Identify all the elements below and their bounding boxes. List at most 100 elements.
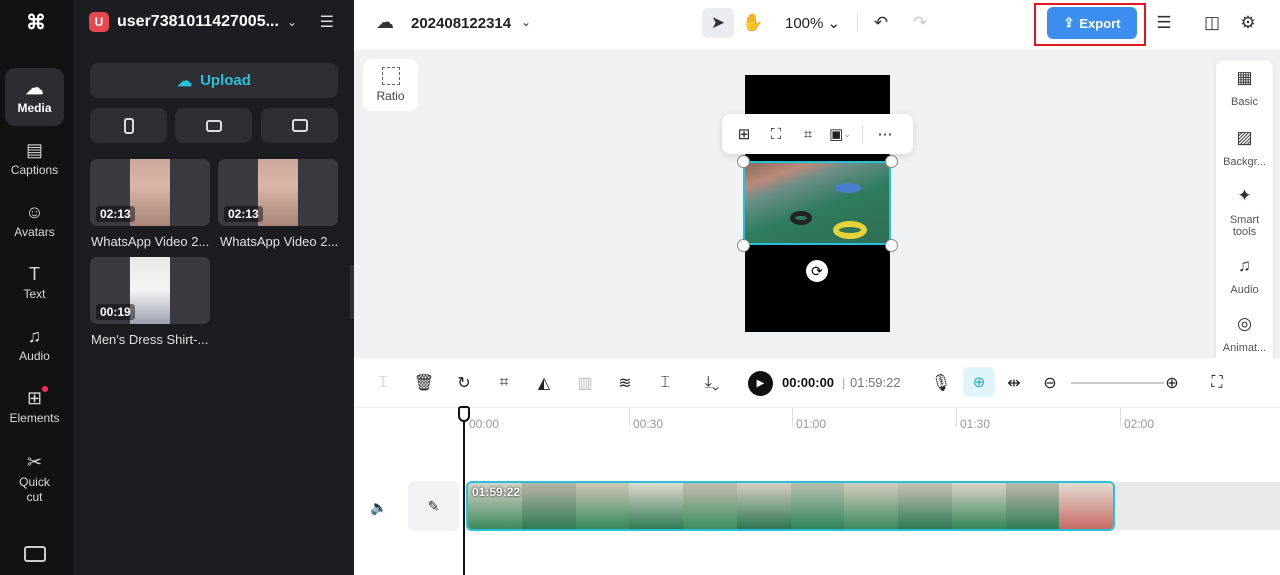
zoom-level-dropdown[interactable]: 100% ⌄ <box>785 14 840 32</box>
rail-item-elements[interactable]: ⊞ Elements <box>5 378 64 436</box>
rail-item-text[interactable]: T Text <box>5 254 64 312</box>
download-dropdown-button[interactable]: ⤓⌄ <box>692 371 732 395</box>
app: ⌘ ☁ Media ▤ Captions ☺ Avatars T Text ♫ Audio… <box>0 0 1280 575</box>
divider <box>862 125 863 143</box>
account-switcher[interactable]: U user7381011427005... ⌄ <box>89 10 339 34</box>
time-separator: | <box>842 375 846 390</box>
tab-smart-tools[interactable]: ✦ Smart tools <box>1216 187 1273 238</box>
delete-button[interactable]: 🗑 <box>411 371 437 395</box>
resize-handle-top-right[interactable] <box>885 155 898 168</box>
layout-toggle-button[interactable]: ◫ <box>1196 8 1228 38</box>
auto-reframe-button[interactable]: ⛶ <box>762 120 790 148</box>
clip-frame <box>790 483 845 529</box>
clip-frame <box>1005 483 1060 529</box>
timeline-zoom-slider[interactable] <box>1071 382 1164 384</box>
chevron-down-icon: ⌄ <box>287 15 298 29</box>
freeze-button[interactable]: ▥ <box>572 371 598 395</box>
tab-basic[interactable]: ▦ Basic <box>1216 69 1273 108</box>
mask-dropdown-button[interactable]: ▣ ⌄ <box>826 120 854 148</box>
speed-curve-button[interactable]: ≋ <box>612 371 638 395</box>
media-duration: 02:13 <box>224 206 263 222</box>
chevron-down-icon[interactable]: ⌄ <box>521 15 531 29</box>
video-content <box>790 211 812 225</box>
split-view-icon: ◫ <box>1203 13 1221 32</box>
replace-image-button[interactable]: ⊞ <box>730 120 758 148</box>
ruler-tick-line <box>1120 408 1121 426</box>
undo-button[interactable]: ↶ <box>865 8 897 38</box>
captions-icon: ▤ <box>25 140 43 160</box>
export-button[interactable]: ⇪ Export <box>1047 7 1137 39</box>
ratio-icon <box>381 67 400 85</box>
pencil-icon: ✎ <box>427 497 440 514</box>
project-name[interactable]: 202408122314 <box>411 15 511 32</box>
layers-button[interactable]: ☰ <box>1148 8 1180 38</box>
ruler-tick: 00:30 <box>633 417 664 431</box>
rail-item-quick-cut[interactable]: ✂ Quick cut <box>5 446 64 510</box>
settings-button[interactable]: ⚙ <box>1232 8 1264 38</box>
split-view-toggle[interactable]: ⇹ <box>1001 371 1027 395</box>
video-clip[interactable] <box>466 481 1115 531</box>
play-button[interactable]: ▶ <box>748 371 773 396</box>
selected-video-element[interactable] <box>743 161 891 245</box>
upload-button[interactable]: ☁ Upload <box>90 63 338 98</box>
left-nav-rail: ⌘ ☁ Media ▤ Captions ☺ Avatars T Text ♫ Audio… <box>0 0 73 575</box>
zoom-out-button[interactable]: ⊖ <box>1037 371 1063 395</box>
cloud-sync-icon: ☁ <box>376 12 394 32</box>
clip-frame <box>951 483 1006 529</box>
media-item[interactable]: 02:13 <box>218 159 338 226</box>
rotate-icon: ⟳ <box>811 263 823 279</box>
magnet-snap-toggle[interactable]: ⊕ <box>963 367 995 397</box>
rail-item-media[interactable]: ☁ Media <box>5 68 64 126</box>
time-ruler[interactable]: 00:00 00:30 01:00 01:30 02:00 <box>354 408 1280 431</box>
cloud-upload-icon: ☁ <box>177 72 193 90</box>
clip-frame <box>683 483 737 529</box>
tab-background[interactable]: ▨ Backgr... <box>1216 129 1273 168</box>
media-duration: 02:13 <box>96 206 135 222</box>
select-tool-button[interactable]: ➤ <box>702 8 734 38</box>
crop-button[interactable]: ⌗ <box>794 120 822 148</box>
keyboard-shortcuts-icon[interactable] <box>24 546 46 562</box>
trim-button[interactable]: ⌶ <box>652 371 678 395</box>
gear-icon: ⚙ <box>1240 13 1256 32</box>
clip-frame <box>844 483 898 529</box>
playhead-handle[interactable] <box>458 406 470 422</box>
clip-duration: 01:59:22 <box>472 485 521 499</box>
media-thumbnail <box>130 257 170 324</box>
flip-button[interactable]: ◭ <box>531 371 557 395</box>
tab-animation[interactable]: ◎ Animat... <box>1216 314 1273 354</box>
record-video-button[interactable] <box>175 108 252 143</box>
redo-button[interactable]: ↷ <box>904 8 936 38</box>
rail-item-captions[interactable]: ▤ Captions <box>5 130 64 188</box>
media-item[interactable]: 00:19 <box>90 257 210 324</box>
resize-handle-bottom-right[interactable] <box>885 239 898 252</box>
rail-item-avatars[interactable]: ☺ Avatars <box>5 192 64 250</box>
resize-handle-top-left[interactable] <box>737 155 750 168</box>
user-avatar: U <box>89 12 109 32</box>
rail-item-audio[interactable]: ♫ Audio <box>5 316 64 374</box>
zoom-in-button[interactable]: ⊕ <box>1159 371 1185 395</box>
crop-button[interactable]: ⌗ <box>491 371 517 395</box>
record-voice-button[interactable]: 🎙 <box>928 371 954 395</box>
loop-button[interactable]: ↻ <box>451 371 477 395</box>
media-panel: U user7381011427005... ⌄ ☰ ☁ Upload 02:13… <box>73 0 354 575</box>
more-options-button[interactable]: ⋯ <box>871 120 899 148</box>
split-button[interactable]: ⌶ <box>370 371 396 395</box>
phone-upload-button[interactable] <box>90 108 167 143</box>
ratio-button[interactable]: Ratio <box>363 59 418 111</box>
hand-icon: ✋ <box>742 13 764 32</box>
edit-cover-button[interactable]: ✎ <box>408 481 459 531</box>
media-item[interactable]: 02:13 <box>90 159 210 226</box>
clip-frame <box>629 483 683 529</box>
animation-icon: ◎ <box>1237 314 1252 333</box>
music-note-icon: ♫ <box>27 326 42 346</box>
screen-record-button[interactable] <box>261 108 338 143</box>
resize-handle-bottom-left[interactable] <box>737 239 750 252</box>
sort-icon[interactable]: ☰ <box>320 12 334 32</box>
music-note-icon: ♫ <box>1238 256 1251 275</box>
tab-audio[interactable]: ♫ Audio <box>1216 256 1273 296</box>
mute-track-button[interactable]: 🔈 <box>370 499 387 516</box>
fit-timeline-button[interactable]: ⛶ <box>1204 371 1230 395</box>
rotate-handle[interactable]: ⟳ <box>806 260 828 282</box>
capcut-logo-icon[interactable]: ⌘ <box>22 10 50 34</box>
hand-tool-button[interactable]: ✋ <box>737 8 769 38</box>
